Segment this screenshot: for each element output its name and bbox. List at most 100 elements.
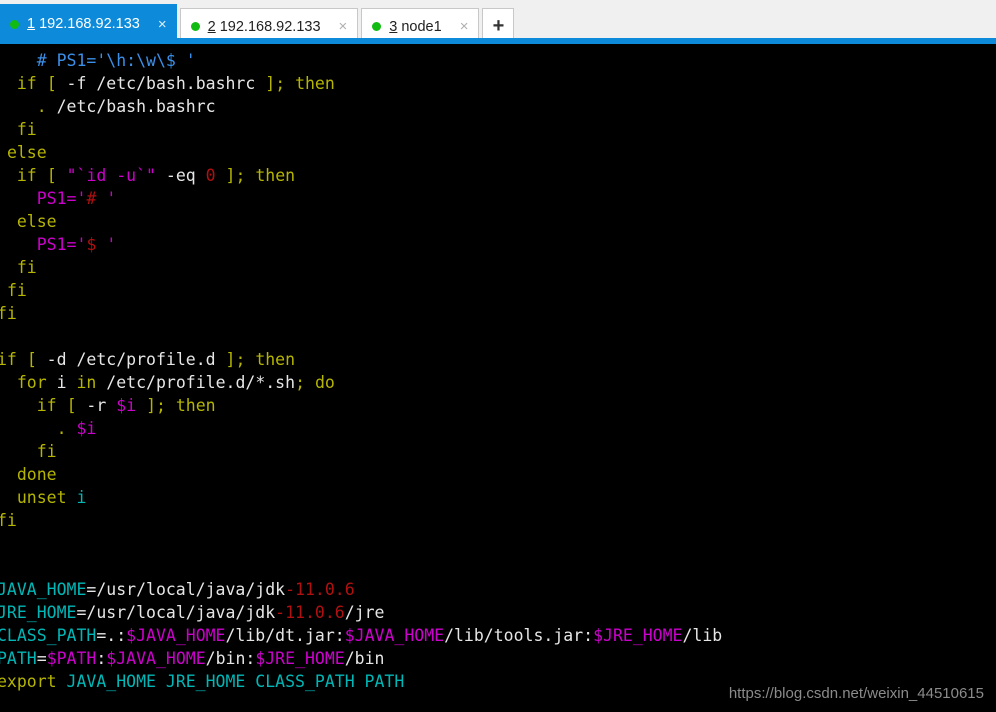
terminal-span: ; bbox=[295, 373, 305, 392]
terminal-span: # bbox=[86, 189, 97, 208]
tab-index-label: 2 bbox=[207, 18, 216, 35]
close-icon[interactable]: × bbox=[154, 17, 171, 32]
terminal-line: if [ "`id -u`" -eq 0 ]; then bbox=[0, 164, 722, 187]
terminal-span bbox=[96, 235, 106, 254]
tab-title-label: 192.168.92.133 bbox=[39, 16, 140, 32]
terminal-span: if bbox=[0, 350, 17, 369]
terminal-span: unset bbox=[16, 488, 67, 507]
terminal-span: ; bbox=[235, 166, 246, 185]
tab-title-label: 192.168.92.133 bbox=[219, 18, 321, 35]
terminal-span: fi bbox=[0, 304, 17, 323]
terminal-span: fi bbox=[16, 120, 37, 139]
tab-index-label: 1 bbox=[27, 16, 36, 32]
terminal-line: fi bbox=[0, 302, 722, 325]
terminal-span: . bbox=[36, 97, 47, 116]
terminal-span: ] bbox=[146, 396, 156, 415]
terminal-span: $JRE_HOME bbox=[593, 626, 683, 645]
watermark-text: https://blog.csdn.net/weixin_44510615 bbox=[728, 685, 984, 702]
terminal-span: $JAVA_HOME bbox=[344, 626, 445, 645]
terminal-span: ' bbox=[106, 189, 117, 208]
terminal-span bbox=[0, 396, 37, 415]
terminal-span bbox=[0, 235, 37, 254]
terminal-span bbox=[0, 373, 17, 392]
terminal-span: CLASS_PATH bbox=[0, 626, 97, 645]
terminal-span bbox=[0, 51, 37, 70]
terminal-span: /etc/bash.bashrc bbox=[46, 97, 216, 116]
terminal-span: ; bbox=[235, 350, 246, 369]
terminal-line: . /etc/bash.bashrc bbox=[0, 95, 722, 118]
terminal-screen: # PS1='\h:\w\$ ' if [ -f /etc/bash.bashr… bbox=[0, 49, 722, 693]
terminal-span: $PATH bbox=[46, 649, 97, 668]
terminal-span: ' bbox=[76, 235, 87, 254]
terminal-span: /bin: bbox=[205, 649, 256, 668]
terminal-span bbox=[17, 350, 27, 369]
terminal-span: [ bbox=[66, 396, 77, 415]
terminal-span: fi bbox=[36, 442, 57, 461]
terminal-span: /lib bbox=[682, 626, 723, 645]
terminal-span bbox=[0, 212, 17, 231]
terminal-span: /lib/dt.jar: bbox=[225, 626, 345, 645]
terminal-span: $i bbox=[116, 396, 137, 415]
terminal-span: ] bbox=[225, 166, 236, 185]
terminal-line: fi bbox=[0, 509, 722, 532]
terminal-span: [ bbox=[46, 166, 57, 185]
terminal-span: -11.0.6 bbox=[285, 580, 355, 599]
terminal-line: else bbox=[0, 141, 722, 164]
close-icon[interactable]: × bbox=[335, 19, 352, 34]
terminal-line: done bbox=[0, 463, 722, 486]
terminal-line: for i in /etc/profile.d/*.sh; do bbox=[0, 371, 722, 394]
terminal-span: $i bbox=[76, 419, 97, 438]
terminal-span bbox=[245, 166, 255, 185]
terminal-line: else bbox=[0, 210, 722, 233]
terminal-span: $ bbox=[86, 235, 97, 254]
terminal-line: if [ -f /etc/bash.bashrc ]; then bbox=[0, 72, 722, 95]
terminal-span: fi bbox=[0, 511, 17, 530]
terminal-span: if bbox=[16, 74, 37, 93]
terminal-span bbox=[0, 419, 57, 438]
terminal-span bbox=[0, 97, 37, 116]
terminal-span bbox=[216, 166, 226, 185]
terminal-line: JRE_HOME=/usr/local/java/jdk-11.0.6/jre bbox=[0, 601, 722, 624]
terminal-span: fi bbox=[16, 258, 37, 277]
terminal-span bbox=[0, 166, 17, 185]
tab-title-label: node1 bbox=[401, 18, 442, 35]
terminal-span: else bbox=[6, 143, 47, 162]
terminal-span: in bbox=[76, 373, 97, 392]
terminal-span: export bbox=[0, 672, 57, 691]
terminal-span: /etc/profile.d/*.sh bbox=[96, 373, 296, 392]
terminal-span: ; bbox=[156, 396, 166, 415]
terminal-span: PATH bbox=[0, 649, 37, 668]
terminal-span: ] bbox=[225, 350, 236, 369]
terminal-span: for bbox=[16, 373, 47, 392]
terminal-span: id -u bbox=[86, 166, 137, 185]
terminal-span bbox=[0, 442, 37, 461]
terminal-span bbox=[0, 143, 7, 162]
terminal-span: i bbox=[46, 373, 77, 392]
terminal-span: else bbox=[16, 212, 57, 231]
terminal-span bbox=[0, 74, 17, 93]
terminal-span bbox=[0, 281, 7, 300]
terminal-span: =/usr/local/java/jdk bbox=[76, 603, 276, 622]
terminal-line: # PS1='\h:\w\$ ' bbox=[0, 49, 722, 72]
terminal-span bbox=[0, 120, 17, 139]
terminal-line: fi bbox=[0, 118, 722, 141]
terminal-span: "` bbox=[66, 166, 87, 185]
terminal-span bbox=[166, 396, 176, 415]
terminal-span bbox=[57, 396, 67, 415]
terminal-span bbox=[67, 419, 77, 438]
connection-status-dot-icon bbox=[372, 22, 382, 31]
terminal-span: ; bbox=[275, 74, 286, 93]
terminal-span: [ bbox=[26, 350, 37, 369]
terminal-span: JAVA_HOME JRE_HOME CLASS_PATH PATH bbox=[66, 672, 405, 691]
terminal-span: /lib/tools.jar: bbox=[444, 626, 594, 645]
terminal-span: $JAVA_HOME bbox=[126, 626, 226, 645]
terminal-span: -f /etc/bash.bashrc bbox=[56, 74, 266, 93]
terminal-span: then bbox=[295, 74, 335, 93]
terminal-span: ' bbox=[106, 235, 117, 254]
terminal-viewport[interactable]: # PS1='\h:\w\$ ' if [ -f /etc/bash.bashr… bbox=[0, 44, 996, 712]
close-icon[interactable]: × bbox=[456, 19, 473, 34]
terminal-span: 0 bbox=[205, 166, 216, 185]
